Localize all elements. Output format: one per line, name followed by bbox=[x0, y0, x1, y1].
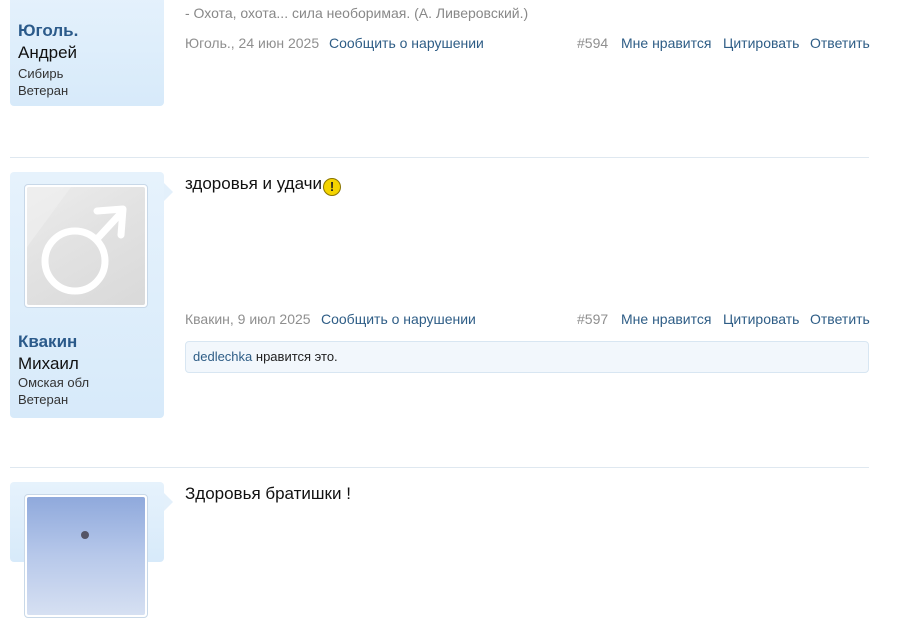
avatar-photo bbox=[27, 497, 145, 615]
user-info-block bbox=[10, 482, 164, 618]
speech-arrow bbox=[164, 493, 173, 511]
post-next: Здоровья братишки ! bbox=[0, 0, 924, 618]
post-message-text: Здоровья братишки ! bbox=[185, 484, 351, 503]
avatar[interactable] bbox=[24, 494, 148, 618]
